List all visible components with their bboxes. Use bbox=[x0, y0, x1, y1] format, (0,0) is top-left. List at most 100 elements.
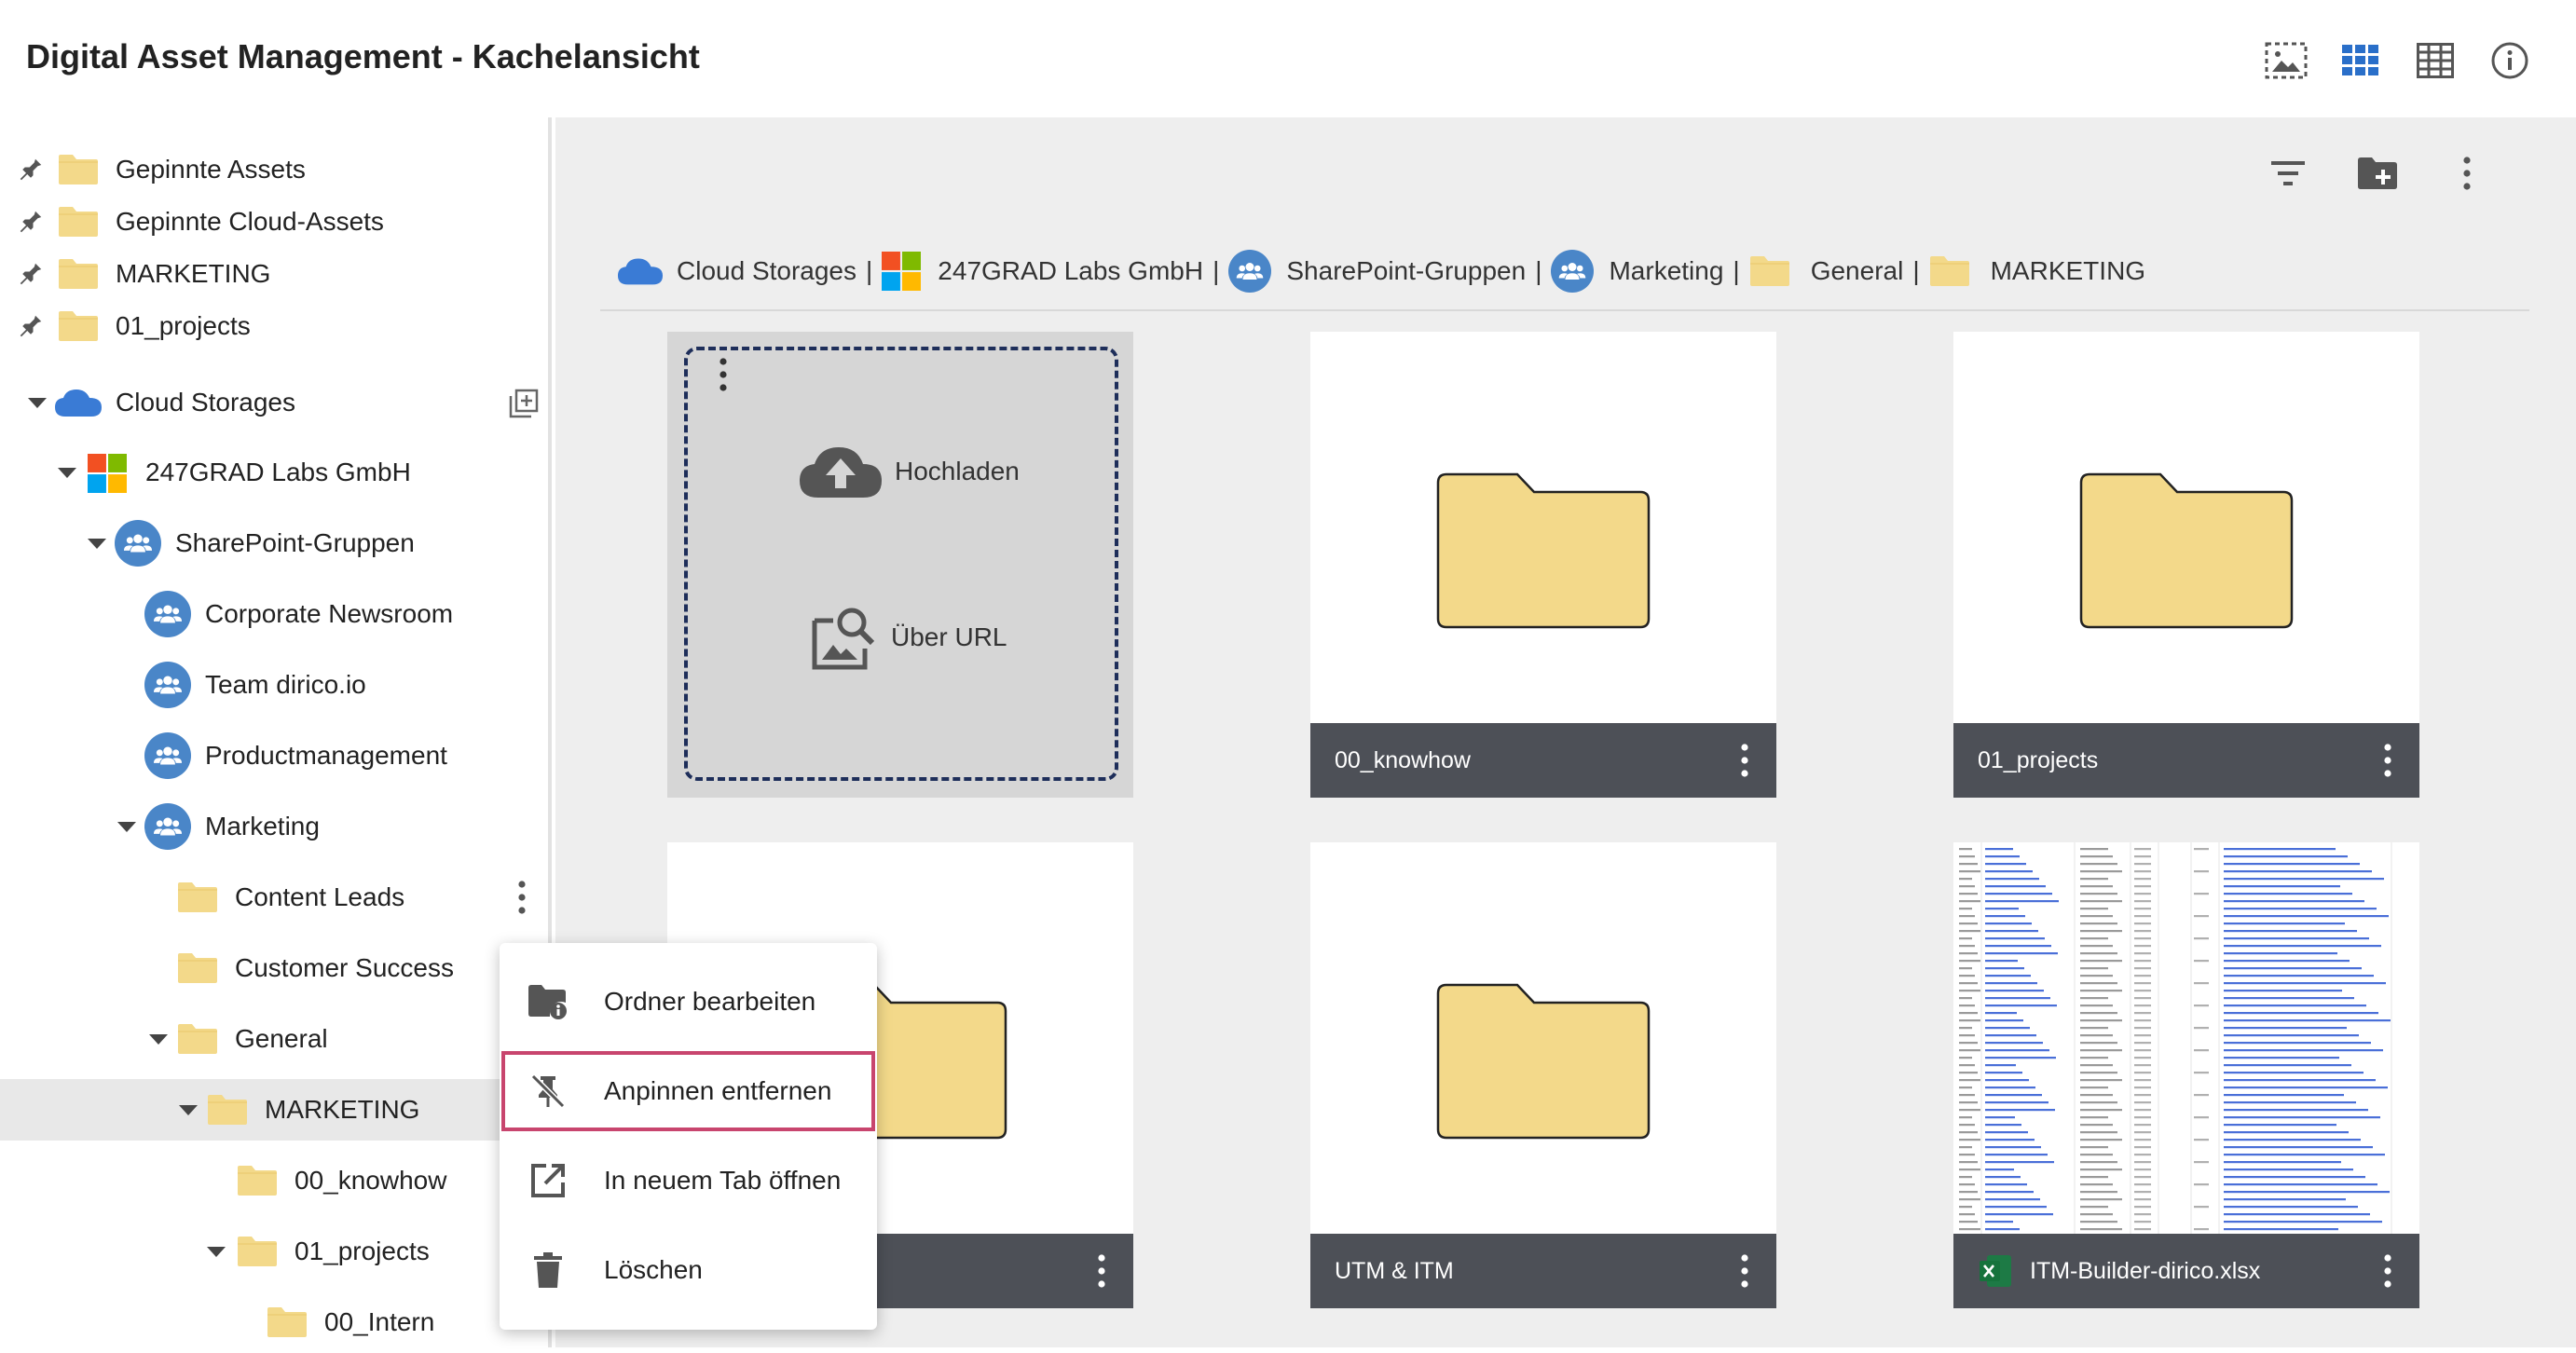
trash-icon bbox=[528, 1250, 569, 1291]
more-options-icon[interactable] bbox=[2444, 150, 2490, 197]
folder-icon bbox=[58, 206, 99, 238]
group-icon bbox=[115, 520, 161, 567]
folder-icon bbox=[1929, 255, 1970, 287]
folder-icon bbox=[177, 952, 218, 984]
pin-icon bbox=[17, 208, 45, 236]
upload-tile[interactable]: Hochladen Über URL bbox=[667, 332, 1133, 798]
tree-item-00-intern[interactable]: 00_Intern bbox=[0, 1292, 550, 1353]
menu-item-delete[interactable]: Löschen bbox=[500, 1228, 877, 1312]
folder-info-icon bbox=[528, 981, 569, 1022]
folder-icon bbox=[1435, 472, 1651, 630]
pin-icon bbox=[17, 260, 45, 288]
microsoft-logo-icon bbox=[88, 454, 127, 493]
caret-down-icon[interactable] bbox=[179, 1105, 198, 1115]
new-folder-icon[interactable] bbox=[2354, 150, 2401, 197]
breadcrumb-item[interactable]: General bbox=[1749, 255, 1904, 287]
breadcrumb-item[interactable]: Marketing bbox=[1551, 250, 1723, 293]
table-view-icon[interactable] bbox=[2412, 37, 2459, 84]
more-options-icon[interactable] bbox=[719, 358, 727, 391]
caret-down-icon[interactable] bbox=[117, 822, 136, 832]
info-icon[interactable] bbox=[2487, 37, 2533, 84]
more-options-icon[interactable] bbox=[1098, 1254, 1105, 1288]
more-options-icon[interactable] bbox=[518, 881, 526, 914]
caret-down-icon[interactable] bbox=[149, 1034, 168, 1045]
breadcrumb-separator: | bbox=[1213, 256, 1220, 285]
pinned-item-label: MARKETING bbox=[116, 259, 271, 288]
tree-item-customer-success[interactable]: Customer Success bbox=[0, 937, 550, 999]
tree-item-sharepoint-gruppen[interactable]: SharePoint-Gruppen bbox=[0, 512, 550, 574]
tree-item-label: Productmanagement bbox=[205, 741, 447, 770]
folder-icon bbox=[58, 310, 99, 342]
folder-icon bbox=[1435, 982, 1651, 1141]
cloud-icon bbox=[617, 256, 664, 286]
microsoft-logo-icon bbox=[882, 252, 921, 291]
tree-item-01-projects[interactable]: 01_projects bbox=[0, 1221, 550, 1282]
tree-item-cloud-storages[interactable]: Cloud Storages bbox=[0, 372, 550, 433]
image-selection-icon[interactable] bbox=[2263, 37, 2309, 84]
pinned-item[interactable]: 01_projects bbox=[0, 295, 550, 357]
tile-label: ITM-Builder-dirico.xlsx bbox=[2030, 1257, 2261, 1284]
tree-item-marketing-folder[interactable]: MARKETING bbox=[0, 1079, 550, 1141]
folder-icon bbox=[237, 1165, 278, 1196]
breadcrumb: Cloud Storages | 247GRAD Labs GmbH | Sha… bbox=[617, 248, 2145, 294]
tree-item-label: 247GRAD Labs GmbH bbox=[145, 458, 411, 486]
more-options-icon[interactable] bbox=[1741, 744, 1748, 777]
caret-down-icon[interactable] bbox=[88, 539, 106, 549]
tree-item-productmanagement[interactable]: Productmanagement bbox=[0, 725, 550, 786]
breadcrumb-label: MARKETING bbox=[1990, 256, 2146, 285]
folder-tile[interactable]: UTM & ITM bbox=[1310, 842, 1776, 1308]
more-options-icon[interactable] bbox=[1741, 1254, 1748, 1288]
tree-item-content-leads[interactable]: Content Leads bbox=[0, 867, 550, 928]
open-in-new-icon bbox=[528, 1160, 569, 1201]
upload-label: Hochladen bbox=[895, 457, 1020, 485]
tree-item-marketing-group[interactable]: Marketing bbox=[0, 796, 550, 857]
url-label: Über URL bbox=[891, 622, 1007, 651]
breadcrumb-item[interactable]: Cloud Storages bbox=[617, 256, 856, 286]
grid-view-icon[interactable] bbox=[2337, 37, 2384, 84]
file-tile[interactable]: ITM-Builder-dirico.xlsx bbox=[1953, 842, 2419, 1308]
url-import-button[interactable]: Über URL bbox=[809, 602, 1007, 673]
tile-caption: UTM & ITM bbox=[1310, 1234, 1776, 1308]
breadcrumb-label: 247GRAD Labs GmbH bbox=[938, 256, 1204, 285]
folder-icon bbox=[267, 1306, 308, 1338]
breadcrumb-label: General bbox=[1810, 256, 1904, 285]
folder-tile[interactable]: 01_projects bbox=[1953, 332, 2419, 798]
divider bbox=[600, 309, 2529, 311]
breadcrumb-item[interactable]: MARKETING bbox=[1929, 255, 2145, 287]
caret-down-icon[interactable] bbox=[28, 398, 47, 408]
cloud-icon bbox=[54, 387, 103, 418]
tree-item-corporate-newsroom[interactable]: Corporate Newsroom bbox=[0, 583, 550, 645]
tree-item-label: 01_projects bbox=[295, 1237, 430, 1265]
folder-icon bbox=[1749, 255, 1790, 287]
more-options-icon[interactable] bbox=[2384, 744, 2391, 777]
folder-icon bbox=[177, 1023, 218, 1055]
menu-item-edit-folder[interactable]: Ordner bearbeiten bbox=[500, 960, 877, 1044]
more-options-icon[interactable] bbox=[2384, 1254, 2391, 1288]
breadcrumb-item[interactable]: 247GRAD Labs GmbH bbox=[882, 252, 1203, 291]
tree-item-247grad[interactable]: 247GRAD Labs GmbH bbox=[0, 442, 550, 503]
add-storage-icon[interactable] bbox=[509, 389, 539, 418]
tree-item-label: Cloud Storages bbox=[116, 388, 296, 417]
tile-caption: ITM-Builder-dirico.xlsx bbox=[1953, 1234, 2419, 1308]
tree-item-label: 00_Intern bbox=[324, 1307, 435, 1336]
caret-down-icon[interactable] bbox=[58, 468, 76, 478]
cloud-upload-icon bbox=[800, 447, 882, 498]
upload-button[interactable]: Hochladen bbox=[798, 444, 1020, 499]
tree-item-label: Team dirico.io bbox=[205, 670, 366, 699]
breadcrumb-item[interactable]: SharePoint-Gruppen bbox=[1228, 250, 1526, 293]
menu-item-unpin[interactable]: Anpinnen entfernen bbox=[500, 1049, 877, 1133]
filter-icon[interactable] bbox=[2265, 150, 2311, 197]
menu-item-open-new-tab[interactable]: In neuem Tab öffnen bbox=[500, 1139, 877, 1223]
image-search-icon bbox=[812, 608, 875, 670]
folder-tile[interactable]: 00_knowhow bbox=[1310, 332, 1776, 798]
tree-item-00-knowhow[interactable]: 00_knowhow bbox=[0, 1150, 550, 1211]
pinned-item-label: Gepinnte Assets bbox=[116, 155, 306, 184]
caret-down-icon[interactable] bbox=[207, 1247, 226, 1257]
pinned-item-label: Gepinnte Cloud-Assets bbox=[116, 207, 384, 236]
tree-item-label: General bbox=[235, 1024, 328, 1053]
group-icon bbox=[144, 662, 191, 708]
drop-zone[interactable] bbox=[684, 347, 1118, 781]
tree-item-general[interactable]: General bbox=[0, 1008, 550, 1070]
tree-item-team-dirico[interactable]: Team dirico.io bbox=[0, 654, 550, 716]
pin-icon bbox=[17, 156, 45, 184]
